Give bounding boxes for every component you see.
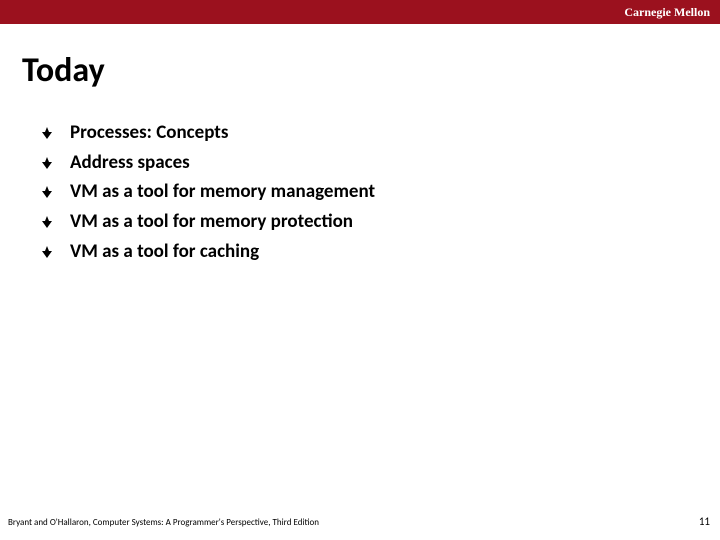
bullet-icon [42, 157, 52, 169]
footer-page-number: 11 [699, 515, 710, 528]
bullet-text: VM as a tool for caching [70, 239, 259, 265]
bullet-text: Processes: Concepts [70, 120, 228, 146]
banner-brand: Carnegie Mellon [624, 5, 710, 20]
list-item: Processes: Concepts [42, 120, 690, 146]
list-item: Address spaces [42, 150, 690, 176]
bullet-text: Address spaces [70, 150, 190, 176]
bullet-icon [42, 216, 52, 228]
banner: Carnegie Mellon [0, 0, 720, 24]
slide-title: Today [22, 50, 105, 91]
bullet-text: VM as a tool for memory management [70, 179, 375, 205]
bullet-icon [42, 186, 52, 198]
list-item: VM as a tool for caching [42, 239, 690, 265]
list-item: VM as a tool for memory protection [42, 209, 690, 235]
bullet-icon [42, 246, 52, 258]
bullet-icon [42, 127, 52, 139]
bullet-list: Processes: Concepts Address spaces VM as… [42, 120, 690, 268]
footer-attribution: Bryant and O'Hallaron, Computer Systems:… [8, 517, 319, 528]
slide: Carnegie Mellon Today Processes: Concept… [0, 0, 720, 540]
bullet-text: VM as a tool for memory protection [70, 209, 353, 235]
list-item: VM as a tool for memory management [42, 179, 690, 205]
